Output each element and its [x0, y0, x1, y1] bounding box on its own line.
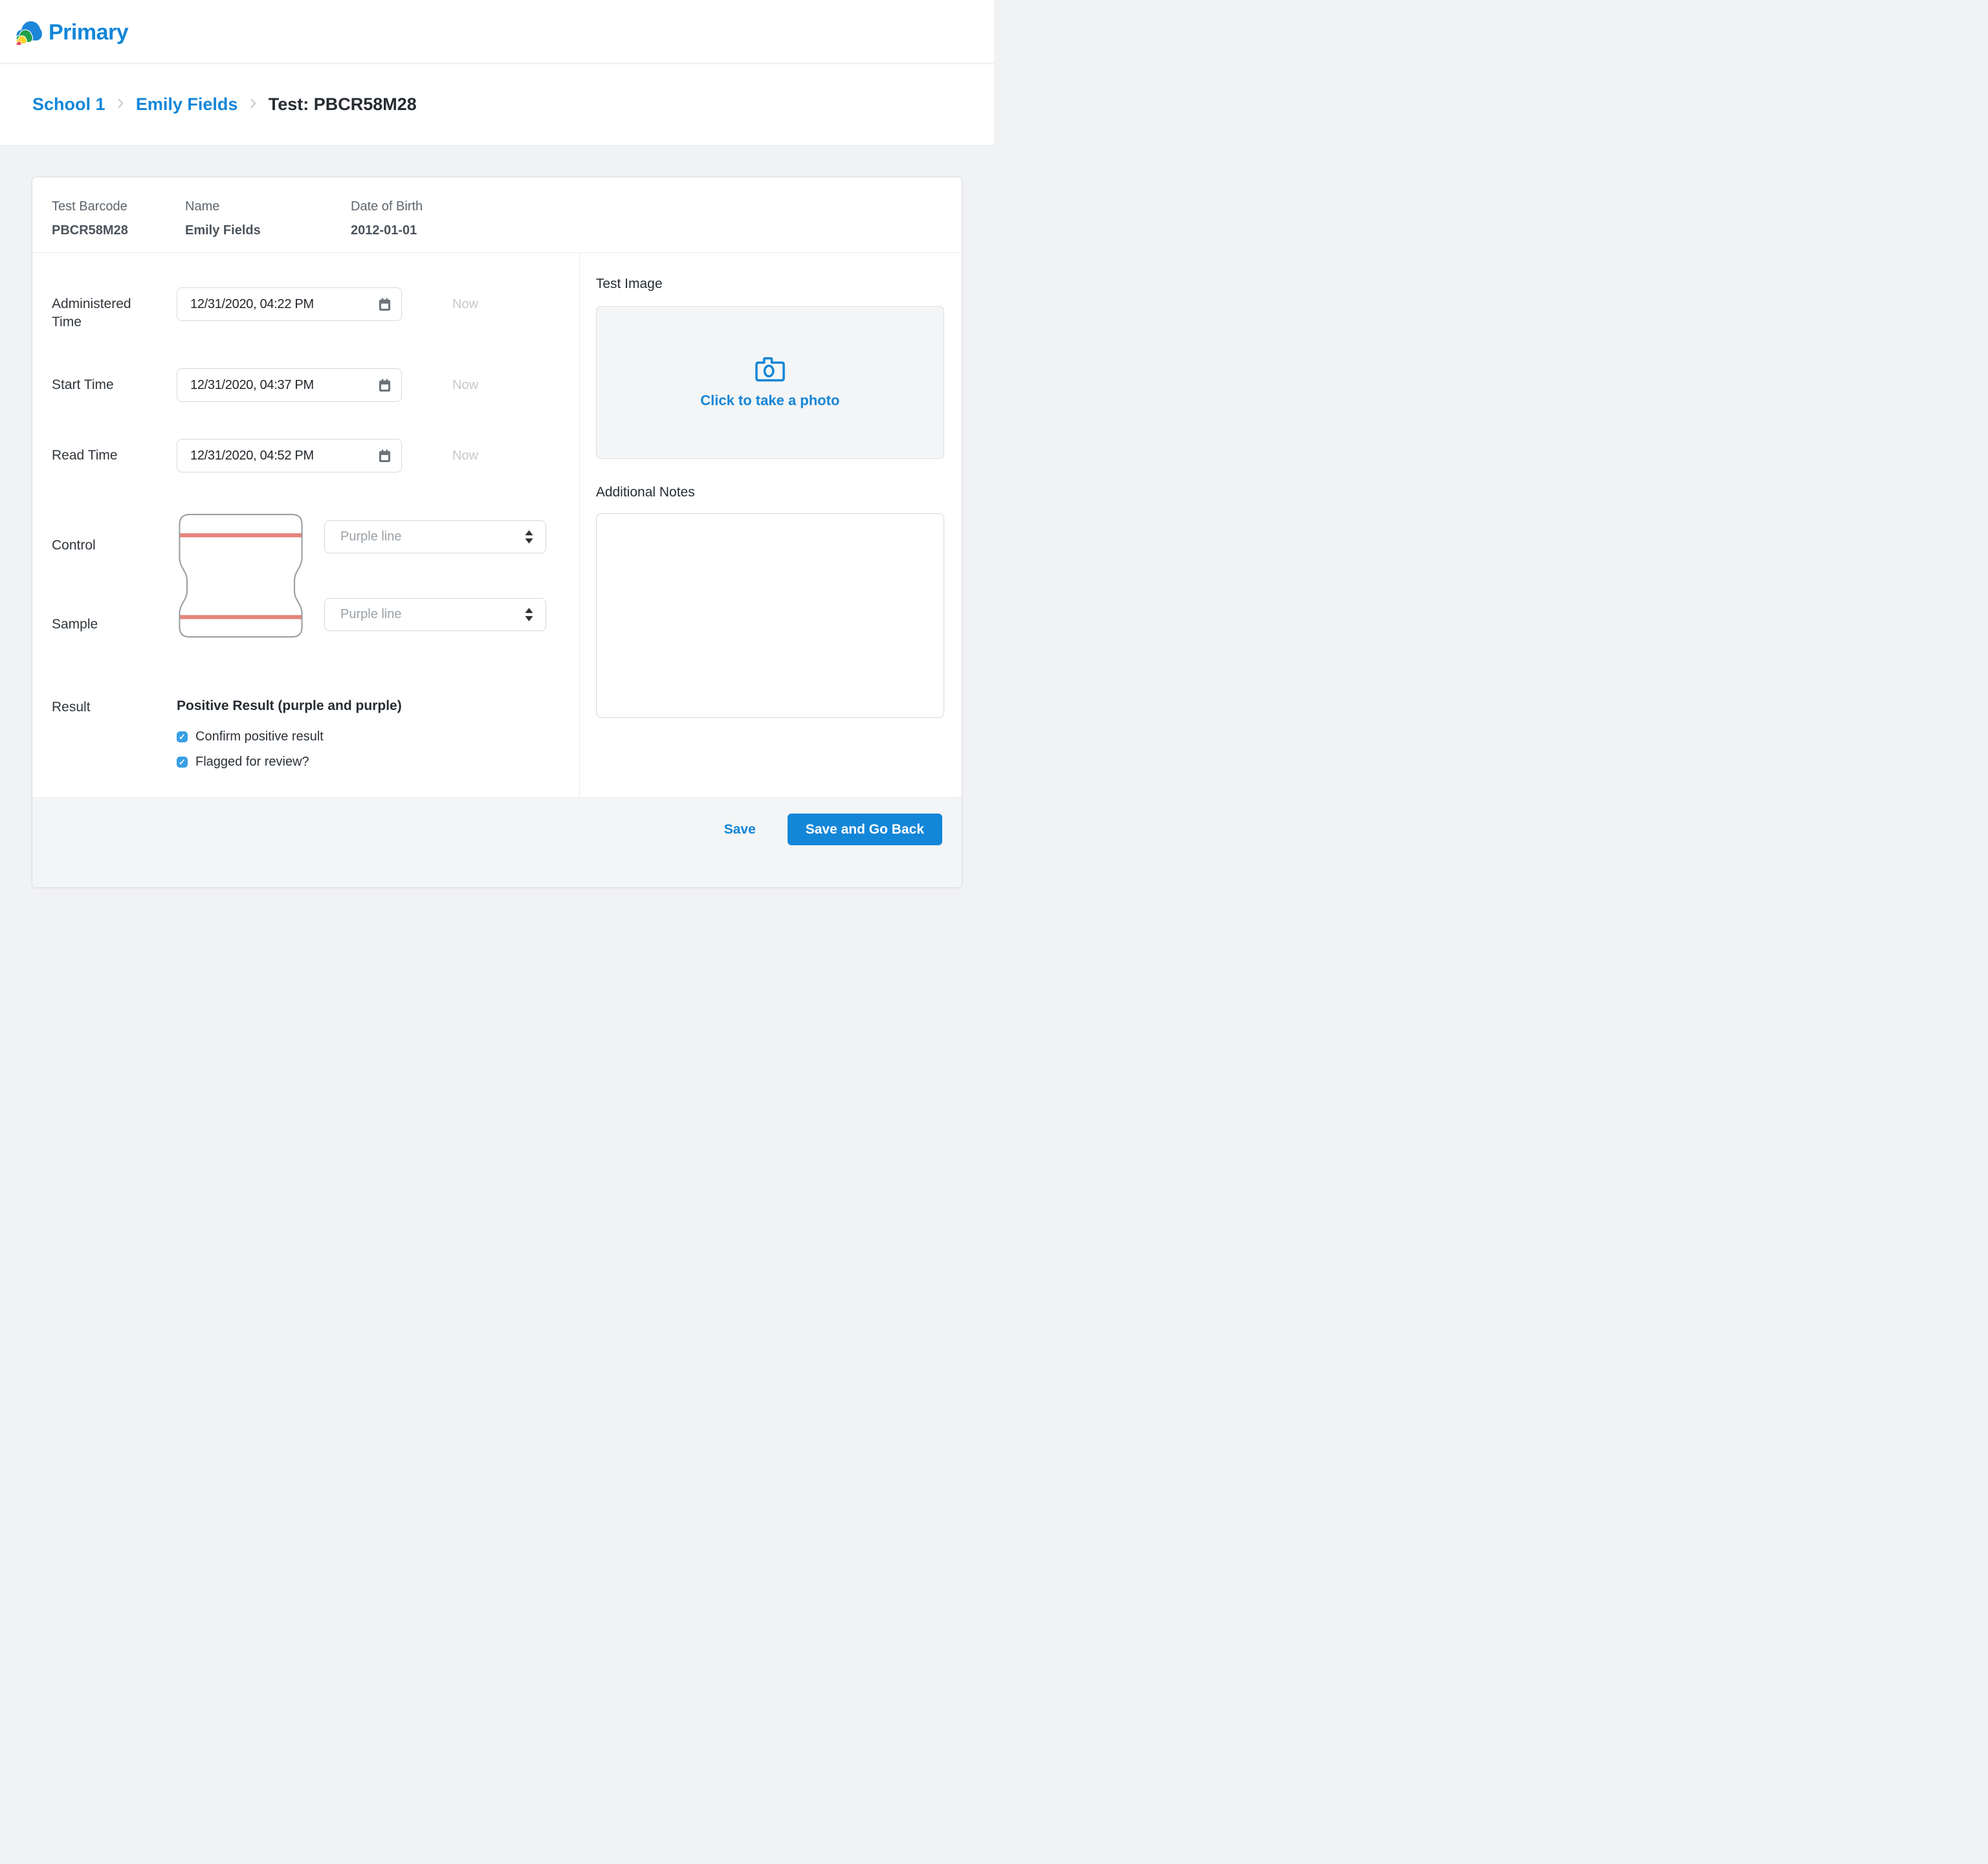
page: Primary School 1 › Emily Fields › Test: …: [0, 0, 994, 932]
breadcrumb-current: Test: PBCR58M28: [268, 94, 417, 114]
flagged-review-label[interactable]: Flagged for review?: [195, 755, 309, 770]
administered-time-row: Administered Time 12/31/2020, 04:22 PM N…: [52, 287, 579, 331]
additional-notes-heading: Additional Notes: [595, 485, 695, 500]
confirm-positive-checkbox[interactable]: ✓: [177, 731, 188, 742]
control-label: Control: [52, 538, 96, 553]
test-form: Administered Time 12/31/2020, 04:22 PM N…: [32, 253, 579, 799]
result-text: Positive Result (purple and purple): [177, 698, 402, 713]
checkbox-checked-icon: ✓: [179, 757, 186, 767]
camera-icon: [755, 357, 785, 382]
read-time-label: Read Time: [52, 448, 118, 463]
info-field-dob: Date of Birth 2012-01-01: [351, 199, 423, 252]
info-label: Date of Birth: [351, 199, 423, 214]
primary-logo[interactable]: Primary: [16, 17, 129, 48]
save-and-go-back-button[interactable]: Save and Go Back: [787, 814, 942, 845]
read-time-input[interactable]: 12/31/2020, 04:52 PM: [177, 439, 402, 472]
sample-line: [180, 615, 302, 619]
right-panel: Test Image Click to take a photo Additio…: [579, 253, 962, 799]
info-field-name: Name Emily Fields: [185, 199, 351, 252]
result-row: Result Positive Result (purple and purpl…: [52, 698, 579, 716]
control-line-value: Purple line: [340, 529, 402, 544]
control-line-select[interactable]: Purple line: [324, 520, 546, 553]
primary-logo-cloud-icon: [16, 20, 43, 46]
administered-now-link[interactable]: Now: [452, 287, 478, 321]
info-label: Name: [185, 199, 220, 214]
start-time-input[interactable]: 12/31/2020, 04:37 PM: [177, 368, 402, 402]
info-value: Emily Fields: [185, 223, 261, 238]
app-header: Primary: [0, 0, 994, 63]
chevron-right-icon: ›: [116, 90, 124, 115]
start-time-label: Start Time: [52, 377, 114, 392]
save-button[interactable]: Save: [724, 814, 756, 845]
control-line: [180, 533, 302, 538]
calendar-icon: [379, 449, 391, 462]
test-card: Test Barcode PBCR58M28 Name Emily Fields…: [32, 177, 962, 888]
logo-text: Primary: [49, 19, 129, 45]
confirm-positive-label[interactable]: Confirm positive result: [195, 729, 324, 744]
start-now-link[interactable]: Now: [452, 368, 478, 402]
start-time-row: Start Time 12/31/2020, 04:37 PM Now: [52, 368, 579, 402]
card-footer: Save Save and Go Back: [32, 797, 962, 887]
datetime-value: 12/31/2020, 04:22 PM: [190, 296, 314, 311]
additional-notes-input[interactable]: [595, 513, 944, 718]
info-label: Test Barcode: [52, 199, 127, 214]
lines-section: Control Sample Purple line Purple line: [52, 513, 579, 639]
calendar-icon: [379, 298, 391, 311]
sample-line-value: Purple line: [340, 607, 402, 621]
flagged-review-row: ✓ Flagged for review?: [177, 755, 579, 770]
take-photo-cta: Click to take a photo: [700, 392, 840, 408]
breadcrumb-link-school[interactable]: School 1: [32, 94, 105, 115]
read-now-link[interactable]: Now: [452, 439, 478, 472]
info-value: 2012-01-01: [351, 223, 417, 238]
test-image-heading: Test Image: [595, 276, 663, 291]
calendar-icon: [379, 379, 391, 392]
result-label: Result: [52, 700, 91, 715]
chevron-right-icon: ›: [249, 90, 257, 115]
take-photo-button[interactable]: Click to take a photo: [595, 306, 944, 459]
flagged-review-checkbox[interactable]: ✓: [177, 757, 188, 768]
sample-label: Sample: [52, 617, 98, 632]
confirm-positive-row: ✓ Confirm positive result: [177, 729, 579, 744]
breadcrumb: School 1 › Emily Fields › Test: PBCR58M2…: [0, 63, 994, 146]
card-body: Administered Time 12/31/2020, 04:22 PM N…: [32, 253, 962, 799]
read-time-row: Read Time 12/31/2020, 04:52 PM Now: [52, 439, 579, 472]
info-value: PBCR58M28: [52, 223, 128, 238]
datetime-value: 12/31/2020, 04:52 PM: [190, 448, 314, 463]
breadcrumb-link-patient[interactable]: Emily Fields: [136, 94, 238, 115]
select-spinner-icon: [525, 608, 533, 621]
administered-time-input[interactable]: 12/31/2020, 04:22 PM: [177, 287, 402, 321]
sample-line-select[interactable]: Purple line: [324, 598, 546, 631]
patient-info-row: Test Barcode PBCR58M28 Name Emily Fields…: [32, 177, 962, 253]
select-spinner-icon: [525, 530, 533, 544]
info-field-barcode: Test Barcode PBCR58M28: [52, 199, 185, 252]
test-cassette-illustration: [179, 513, 303, 638]
datetime-value: 12/31/2020, 04:37 PM: [190, 377, 314, 392]
checkbox-checked-icon: ✓: [179, 731, 186, 742]
administered-time-label: Administered Time: [52, 296, 131, 329]
